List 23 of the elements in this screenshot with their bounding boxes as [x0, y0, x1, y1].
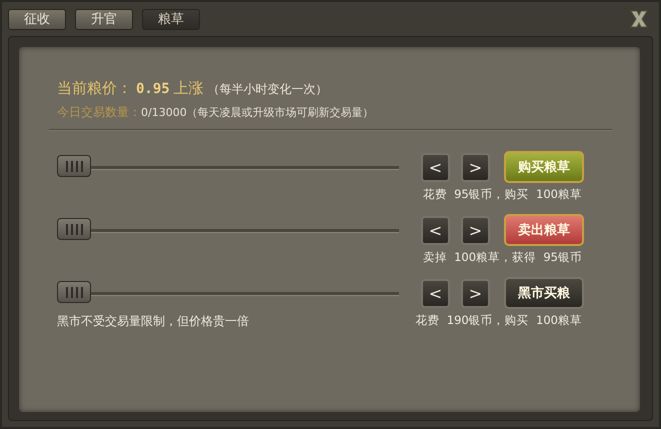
previous-button[interactable]: < [421, 152, 450, 182]
trade-button[interactable]: 卖出粮草 [504, 214, 584, 246]
trade-button[interactable]: 黑市买粮 [504, 277, 584, 309]
next-button[interactable]: > [461, 216, 490, 244]
trade-caption: 花费 95银币，购买 100粮草 [422, 187, 582, 202]
tab[interactable]: 升官 [75, 8, 133, 30]
trade-limit-note: 黑市不受交易量限制，但价格贵一倍 [57, 313, 249, 330]
volume-value: 0/13000 [141, 106, 187, 119]
tab[interactable]: 粮草 [142, 8, 200, 30]
close-icon[interactable] [629, 10, 649, 28]
price-label: 当前粮价： [57, 79, 132, 98]
tab[interactable]: 征收 [8, 8, 66, 30]
next-button[interactable]: > [461, 278, 490, 308]
volume-label: 今日交易数量： [57, 104, 141, 121]
price-value: 0.95 [136, 81, 170, 97]
trade-caption: 花费 190银币，购买 100粮草 [415, 313, 582, 329]
previous-button[interactable]: < [421, 216, 450, 244]
next-button[interactable]: > [461, 152, 490, 182]
trade-caption: 卖掉 100粮草，获得 95银币 [422, 250, 582, 265]
volume-note: （每天凌晨或升级市场可刷新交易量） [186, 105, 374, 120]
previous-button[interactable]: < [421, 278, 450, 308]
price-trend: 上涨 [174, 79, 204, 98]
price-note: （每半小时变化一次） [208, 81, 328, 98]
